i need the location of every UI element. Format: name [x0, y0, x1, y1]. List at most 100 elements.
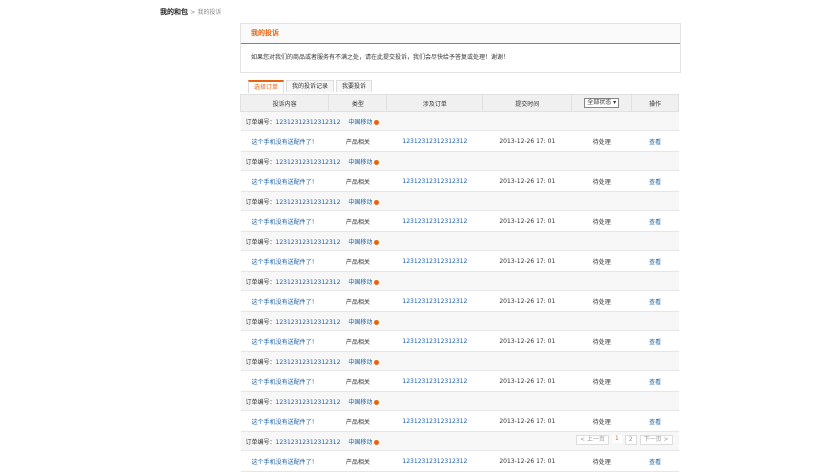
type-cell: 产品相关 [328, 370, 387, 392]
carrier-logo-icon [374, 239, 380, 245]
table-row: 这个手机没有送配件了！ 产品相关 12312312312312312 2013-12-… [240, 290, 679, 312]
order-number-link[interactable]: 12312312312312312 [276, 279, 341, 286]
view-link[interactable]: 查看 [649, 339, 661, 346]
carrier-link[interactable]: 中国移动 [348, 199, 372, 206]
order-number-link[interactable]: 12312312312312312 [276, 359, 341, 366]
order-label: 订单编号： [245, 158, 276, 166]
table-row: 这个手机没有送配件了！ 产品相关 12312312312312312 2013-12-… [240, 250, 679, 272]
related-order-link[interactable]: 12312312312312312 [402, 338, 467, 345]
table-header-row: 投诉内容 类型 涉及订单 提交时间 全部状态 ▾ 操作 [239, 94, 679, 112]
table-row: 这个手机没有送配件了！ 产品相关 12312312312312312 2013-12-… [240, 210, 679, 232]
order-number-link[interactable]: 12312312312312312 [276, 119, 341, 126]
time-cell: 2013-12-26 17: 01 [482, 250, 572, 272]
tab-my-complaints[interactable]: 我的投诉记录 [286, 80, 335, 92]
carrier-link[interactable]: 中国移动 [348, 359, 372, 366]
order-label: 订单编号： [245, 238, 276, 246]
order-header-row: 订单编号：12312312312312312 中国移动 [240, 311, 679, 331]
order-header-row: 订单编号：12312312312312312 中国移动 [240, 151, 679, 171]
table-row: 这个手机没有送配件了！ 产品相关 12312312312312312 2013-12-… [240, 170, 679, 192]
related-order-link[interactable]: 12312312312312312 [402, 298, 467, 305]
carrier-logo-icon [374, 159, 380, 165]
order-header-row: 订单编号：12312312312312312 中国移动 [240, 111, 679, 131]
status-filter-select[interactable]: 全部状态 ▾ [584, 98, 620, 108]
type-cell: 产品相关 [328, 410, 387, 432]
table-row: 这个手机没有送配件了！ 产品相关 12312312312312312 2013-12-… [240, 130, 679, 152]
view-link[interactable]: 查看 [649, 259, 661, 266]
complaint-content-link[interactable]: 这个手机没有送配件了！ [252, 299, 318, 306]
order-number-link[interactable]: 12312312312312312 [276, 159, 341, 166]
header-content: 投诉内容 [239, 94, 330, 112]
order-label: 订单编号： [245, 118, 276, 126]
status-cell: 待处理 [571, 370, 632, 392]
order-header-row: 订单编号：12312312312312312 中国移动 [240, 231, 679, 251]
time-cell: 2013-12-26 17: 01 [482, 210, 572, 232]
related-order-link[interactable]: 12312312312312312 [402, 218, 467, 225]
carrier-logo-icon [374, 399, 380, 405]
complaint-content-link[interactable]: 这个手机没有送配件了！ [252, 139, 318, 146]
status-cell: 待处理 [571, 210, 632, 232]
complaint-content-link[interactable]: 这个手机没有送配件了！ [252, 379, 318, 386]
tab-file-complaint[interactable]: 我要投诉 [336, 80, 373, 92]
complaint-content-link[interactable]: 这个手机没有送配件了！ [252, 179, 318, 186]
carrier-link[interactable]: 中国移动 [348, 119, 372, 126]
time-cell: 2013-12-26 17: 01 [482, 450, 572, 472]
order-label: 订单编号： [245, 358, 276, 366]
order-label: 订单编号： [245, 438, 276, 446]
order-number-link[interactable]: 12312312312312312 [276, 399, 341, 406]
type-cell: 产品相关 [328, 450, 387, 472]
carrier-link[interactable]: 中国移动 [348, 319, 372, 326]
status-cell: 待处理 [571, 410, 632, 432]
view-link[interactable]: 查看 [649, 139, 661, 146]
order-header-row: 订单编号：12312312312312312 中国移动 [240, 391, 679, 411]
carrier-link[interactable]: 中国移动 [348, 239, 372, 246]
view-link[interactable]: 查看 [649, 379, 661, 386]
order-header-cell: 订单编号：12312312312312312 中国移动 [240, 111, 679, 131]
panel-title: 我的投诉 [241, 24, 680, 44]
carrier-logo-icon [374, 359, 380, 365]
order-header-row: 订单编号：12312312312312312 中国移动 [240, 271, 679, 291]
table-row: 这个手机没有送配件了！ 产品相关 12312312312312312 2013-12-… [240, 410, 679, 432]
complaint-content-link[interactable]: 这个手机没有送配件了！ [252, 339, 318, 346]
status-cell: 待处理 [571, 130, 632, 152]
carrier-link[interactable]: 中国移动 [348, 279, 372, 286]
order-label: 订单编号： [245, 278, 276, 286]
status-cell: 待处理 [571, 250, 632, 272]
order-number-link[interactable]: 12312312312312312 [276, 319, 341, 326]
complaint-content-link[interactable]: 这个手机没有送配件了！ [252, 219, 318, 226]
view-link[interactable]: 查看 [649, 419, 661, 426]
view-link[interactable]: 查看 [649, 179, 661, 186]
related-order-link[interactable]: 12312312312312312 [402, 178, 467, 185]
breadcrumb-home[interactable]: 我的和包 [160, 8, 188, 16]
carrier-link[interactable]: 中国移动 [348, 159, 372, 166]
complaint-content-link[interactable]: 这个手机没有送配件了！ [252, 259, 318, 266]
related-order-link[interactable]: 12312312312312312 [402, 418, 467, 425]
type-cell: 产品相关 [328, 330, 387, 352]
complaint-content-link[interactable]: 这个手机没有送配件了！ [252, 419, 318, 426]
view-link[interactable]: 查看 [649, 219, 661, 226]
related-order-link[interactable]: 12312312312312312 [402, 258, 467, 265]
view-link[interactable]: 查看 [649, 299, 661, 306]
related-order-link[interactable]: 12312312312312312 [402, 378, 467, 385]
order-label: 订单编号： [245, 398, 276, 406]
pager-page-1[interactable]: 1 [611, 435, 622, 443]
type-cell: 产品相关 [328, 290, 387, 312]
carrier-logo-icon [374, 119, 380, 125]
order-number-link[interactable]: 12312312312312312 [276, 239, 341, 246]
time-cell: 2013-12-26 17: 01 [482, 410, 572, 432]
table-row: 这个手机没有送配件了！ 产品相关 12312312312312312 2013-12-… [240, 330, 679, 352]
orders-table: 投诉内容 类型 涉及订单 提交时间 全部状态 ▾ 操作 订单编号：1231231… [239, 94, 679, 472]
carrier-link[interactable]: 中国移动 [348, 439, 372, 446]
related-order-link[interactable]: 12312312312312312 [402, 138, 467, 145]
type-cell: 产品相关 [328, 170, 387, 192]
tab-select-order[interactable]: 选择订单 [248, 80, 285, 93]
tab-bar: 选择订单 我的投诉记录 我要投诉 [248, 80, 374, 93]
carrier-link[interactable]: 中国移动 [348, 399, 372, 406]
view-link[interactable]: 查看 [649, 459, 661, 466]
order-number-link[interactable]: 12312312312312312 [276, 199, 341, 206]
complaint-content-link[interactable]: 这个手机没有送配件了！ [252, 459, 318, 466]
header-action: 操作 [631, 94, 679, 112]
related-order-link[interactable]: 12312312312312312 [402, 458, 467, 465]
breadcrumb-separator: > [190, 9, 196, 16]
order-number-link[interactable]: 12312312312312312 [276, 439, 341, 446]
header-type: 类型 [328, 94, 388, 112]
